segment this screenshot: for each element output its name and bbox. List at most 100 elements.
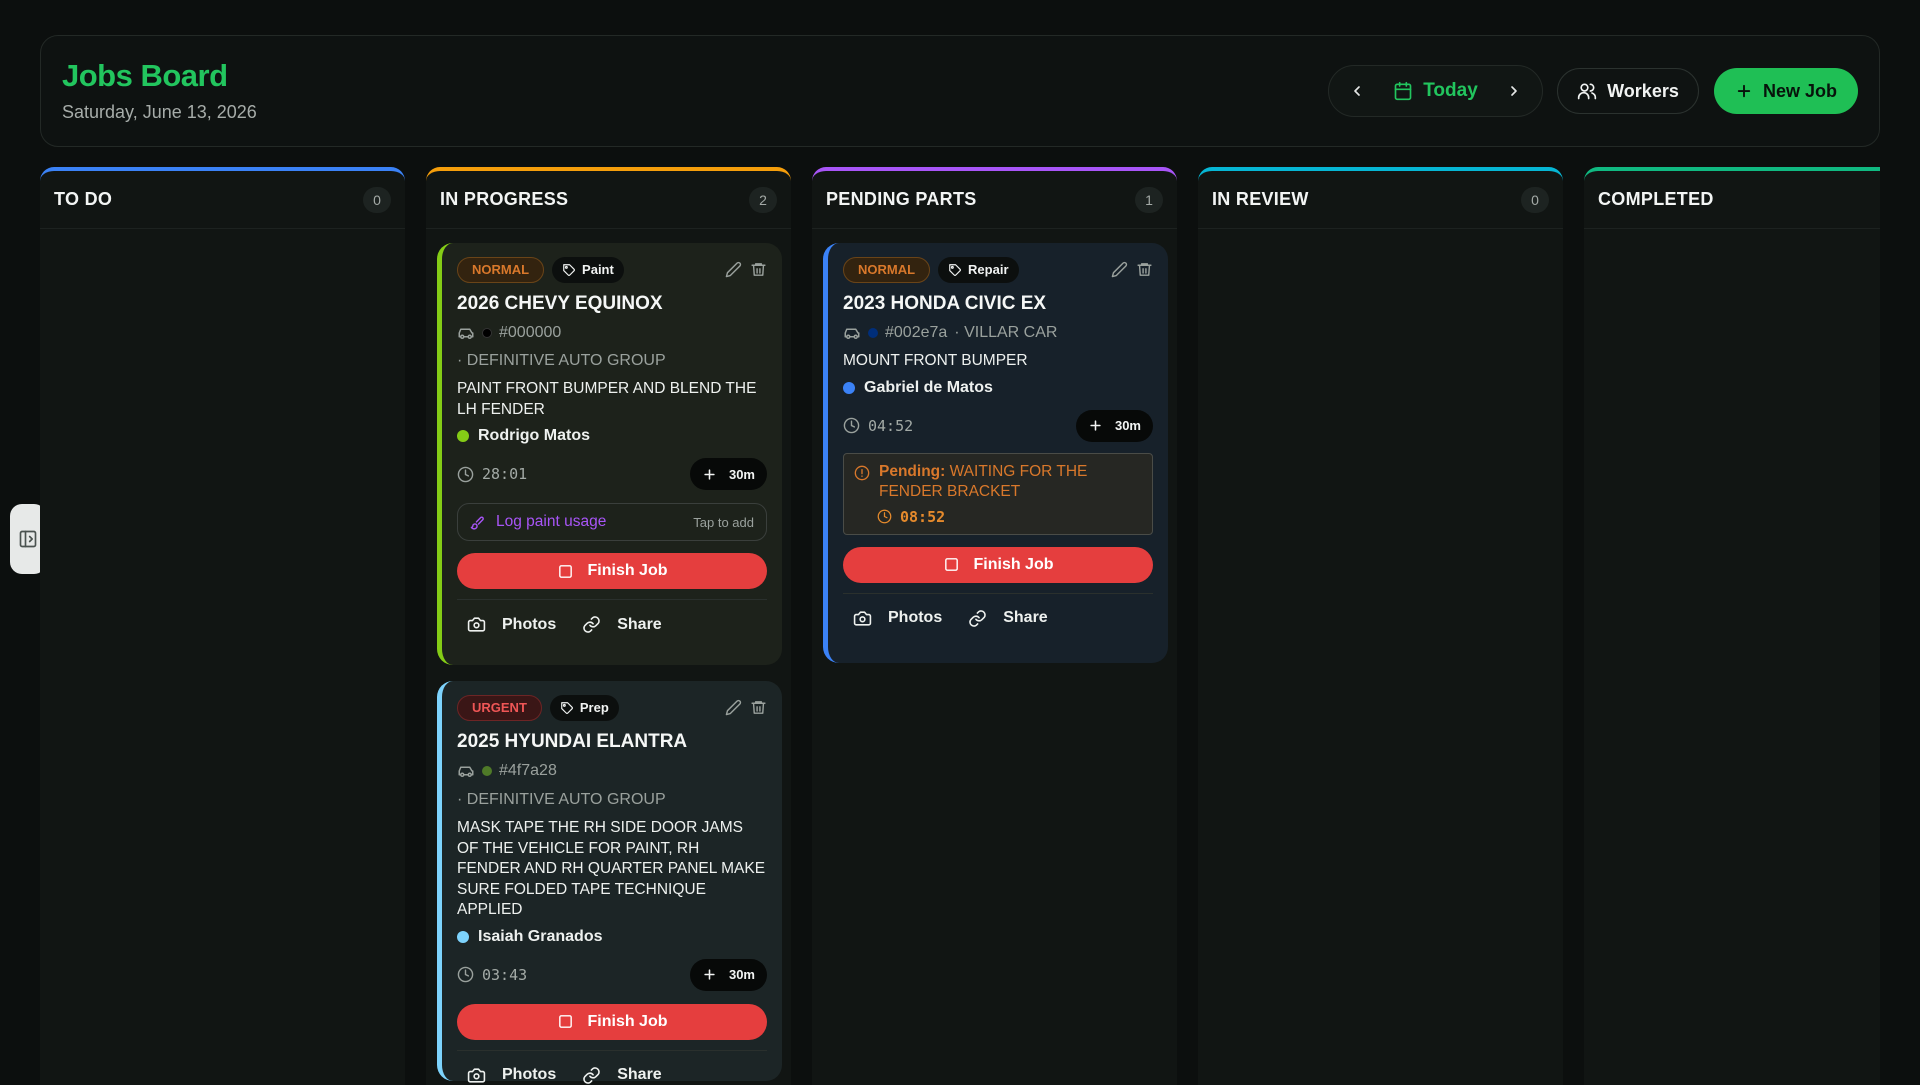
pending-timer: 08:52 (877, 508, 1142, 526)
square-icon (944, 558, 958, 571)
delete-button[interactable] (750, 261, 767, 278)
plus-icon (1737, 84, 1751, 98)
column-header: COMPLETED (1584, 171, 1880, 229)
new-job-button[interactable]: New Job (1714, 68, 1858, 114)
tap-to-add-hint: Tap to add (693, 514, 754, 530)
vehicle-name: 2025 HYUNDAI ELANTRA (457, 731, 688, 752)
link-icon (583, 1066, 600, 1084)
finish-job-button[interactable]: Finish Job (843, 546, 1153, 583)
next-day-button[interactable] (1502, 79, 1526, 103)
finish-job-button[interactable]: Finish Job (457, 1003, 767, 1040)
pencil-icon (725, 261, 742, 278)
clock-icon (457, 466, 474, 482)
color-code: #002e7a (885, 324, 948, 341)
chevron-right-icon (1511, 86, 1517, 96)
share-button[interactable]: Share (582, 615, 662, 634)
photos-button[interactable]: Photos (467, 615, 556, 634)
column-todo: TO DO 0 (40, 167, 405, 1085)
clock-icon (843, 417, 860, 434)
brush-icon (470, 516, 484, 530)
add-30m-button[interactable]: 30m (1075, 409, 1153, 442)
vehicle-meta: #4f7a28 · DEFINITIVE AUTO GROUP (457, 760, 767, 811)
column-title: IN REVIEW (1212, 189, 1309, 209)
plus-icon (1090, 420, 1101, 431)
share-button[interactable]: Share (968, 609, 1048, 628)
tag-icon (563, 263, 575, 276)
job-card[interactable]: NORMAL Paint 2026 CHEVY EQUINOX #000000 … (437, 243, 782, 665)
pencil-icon (725, 699, 742, 716)
users-icon (1577, 83, 1597, 100)
worker-dot (457, 930, 469, 943)
camera-icon (853, 610, 872, 626)
today-button[interactable]: Today (1393, 80, 1478, 102)
column-count: 0 (363, 186, 391, 213)
link-icon (969, 609, 986, 627)
vehicle-name: 2026 CHEVY EQUINOX (457, 293, 663, 314)
link-icon (583, 616, 600, 633)
log-paint-usage-label: Log paint usage (496, 513, 607, 530)
edit-button[interactable] (725, 699, 742, 716)
vehicle-name: 2023 HONDA CIVIC EX (843, 293, 1047, 314)
share-button[interactable]: Share (582, 1066, 662, 1085)
edit-button[interactable] (1111, 261, 1128, 278)
column-title: PENDING PARTS (826, 189, 977, 209)
job-description: MOUNT FRONT BUMPER (843, 352, 1028, 369)
sidebar-toggle-icon (19, 530, 37, 548)
color-swatch (482, 328, 492, 338)
worker-name: Gabriel de Matos (864, 378, 993, 396)
delete-button[interactable] (1136, 261, 1153, 278)
share-label: Share (1003, 609, 1048, 626)
today-label: Today (1423, 80, 1478, 101)
column-pending-parts: PENDING PARTS 1 NORMAL Repair 2023 HONDA… (812, 167, 1177, 1085)
assigned-worker: Isaiah Granados (457, 928, 767, 946)
color-swatch (482, 766, 492, 776)
delete-button[interactable] (750, 699, 767, 716)
tag-icon (949, 263, 961, 276)
priority-badge: NORMAL (843, 256, 931, 283)
workers-label: Workers (1607, 80, 1679, 101)
chevron-left-icon (1354, 86, 1360, 96)
job-timer: 03:43 (457, 966, 527, 984)
clock-icon (457, 966, 474, 983)
job-card[interactable]: URGENT Prep 2025 HYUNDAI ELANTRA #4f7a28… (437, 681, 782, 1084)
workers-button[interactable]: Workers (1557, 68, 1699, 114)
photos-label: Photos (888, 609, 943, 626)
photos-button[interactable]: Photos (467, 1066, 556, 1085)
camera-icon (467, 617, 486, 632)
square-icon (558, 1015, 572, 1028)
square-icon (558, 564, 572, 578)
photos-label: Photos (502, 615, 557, 633)
finish-job-button[interactable]: Finish Job (457, 553, 767, 589)
job-type-tag: Prep (549, 694, 619, 721)
worker-name: Isaiah Granados (478, 927, 603, 945)
clock-icon (877, 509, 892, 524)
plus-icon (704, 969, 715, 980)
edit-button[interactable] (725, 261, 742, 278)
job-type-tag: Repair (938, 256, 1019, 283)
column-header: TO DO 0 (40, 171, 405, 229)
finish-job-label: Finish Job (587, 1012, 668, 1030)
car-icon (458, 328, 474, 339)
priority-badge: NORMAL (457, 256, 545, 283)
pending-timer-value: 08:52 (900, 507, 946, 526)
column-count: 2 (749, 186, 777, 213)
camera-icon (467, 1067, 486, 1083)
customer-name: · DEFINITIVE AUTO GROUP (457, 352, 666, 369)
log-paint-usage-button[interactable]: Log paint usage Tap to add (457, 503, 767, 541)
vehicle-meta: #002e7a · VILLAR CAR (843, 322, 1153, 344)
photos-button[interactable]: Photos (853, 609, 942, 628)
customer-name: · DEFINITIVE AUTO GROUP (457, 791, 666, 808)
add-30m-button[interactable]: 30m (689, 958, 767, 991)
tag-icon (561, 701, 573, 714)
trash-icon (751, 701, 766, 714)
finish-job-label: Finish Job (587, 562, 668, 579)
customer-name: · VILLAR CAR (954, 324, 1058, 341)
prev-day-button[interactable] (1345, 79, 1369, 103)
job-card[interactable]: NORMAL Repair 2023 HONDA CIVIC EX #002e7… (823, 243, 1168, 663)
add-30m-button[interactable]: 30m (689, 458, 767, 490)
add-30m-label: 30m (1114, 418, 1141, 433)
job-timer: 28:01 (457, 465, 527, 483)
color-swatch (868, 328, 878, 338)
date-navigator: Today (1328, 65, 1543, 117)
tag-label: Paint (582, 262, 614, 277)
